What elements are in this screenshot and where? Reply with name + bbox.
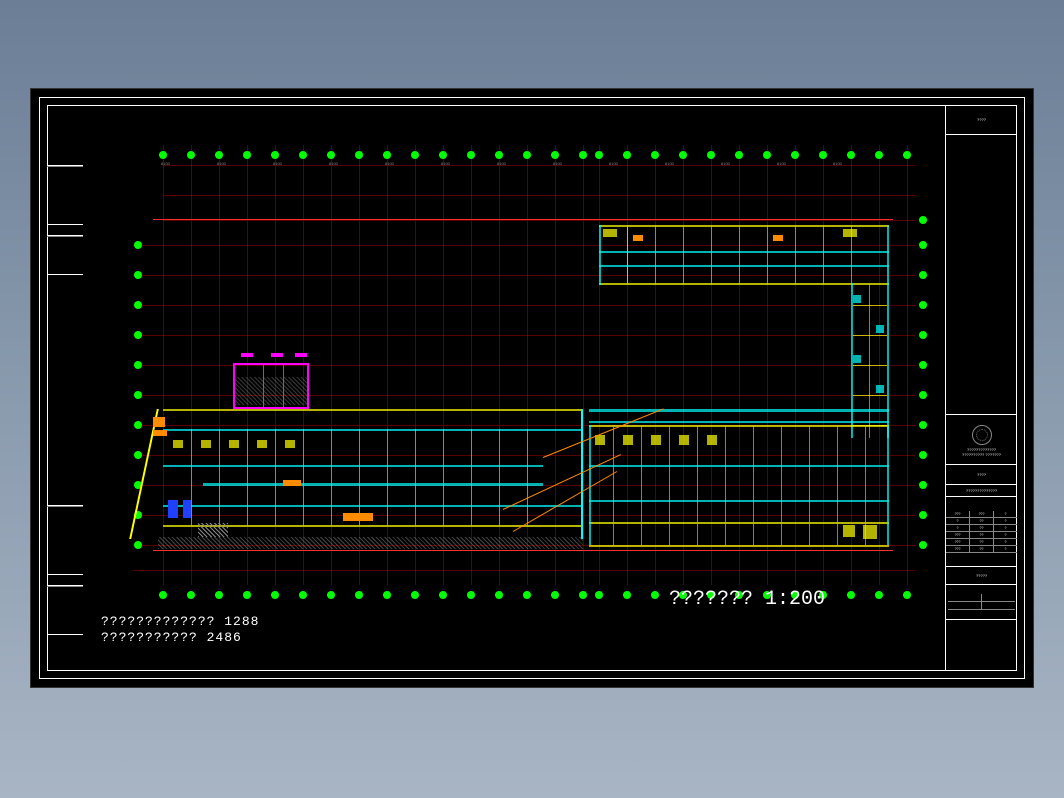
- tb-footer2: [946, 585, 1017, 620]
- note-line-1: ????????????? 1288: [101, 614, 259, 629]
- rc: ?: [994, 532, 1017, 538]
- drawing-sheet: ???? ????????????? ?????????? ??????? ??…: [30, 88, 1034, 688]
- pavement-hatch: [158, 537, 583, 549]
- rc: ??: [970, 539, 994, 545]
- rev-h1: ???: [970, 511, 994, 517]
- left-margin-strip: [47, 105, 83, 671]
- tb-footer-text: ?????: [976, 573, 987, 578]
- rc: ??: [970, 532, 994, 538]
- dim-label: 8100: [441, 161, 450, 166]
- rc: ?: [946, 518, 970, 524]
- rc: ??: [970, 518, 994, 524]
- corridor-wall: [589, 409, 889, 412]
- rc: ?: [994, 525, 1017, 531]
- rev-row: ??? ?? ?: [946, 539, 1017, 546]
- wall-outline: [599, 225, 889, 227]
- zone-outline: [233, 363, 309, 365]
- pipe-run: [543, 408, 664, 458]
- tb-footer1: ?????: [946, 567, 1017, 585]
- tb-sheet-text: ??????????????: [966, 488, 997, 493]
- tb-sheet-label: ??????????????: [946, 485, 1017, 497]
- angled-wall: [129, 409, 159, 539]
- grid-bubble: [159, 151, 167, 159]
- rc: ?: [994, 518, 1017, 524]
- title-block: ???? ????????????? ?????????? ??????? ??…: [945, 105, 1017, 671]
- revision-table: ??? ??? ? ? ?? ? ? ?? ? ??? ?? ? ??? ??: [946, 497, 1017, 567]
- rc: ?: [994, 546, 1017, 552]
- dim-label: 8100: [833, 161, 842, 166]
- dim-label: 8100: [273, 161, 282, 166]
- rev-row: ??? ?? ?: [946, 532, 1017, 539]
- scale-label: ??????? 1:200: [669, 588, 825, 611]
- dim-label: 8100: [217, 161, 226, 166]
- tb-project: ????: [946, 465, 1017, 485]
- dim-label: 8100: [329, 161, 338, 166]
- dim-label: 8100: [609, 161, 618, 166]
- rev-row: ??? ?? ?: [946, 546, 1017, 553]
- rc: ???: [946, 546, 970, 552]
- tb-header: ????: [946, 105, 1017, 135]
- equipment-block: [168, 500, 178, 518]
- rc: ???: [946, 532, 970, 538]
- dim-label: 8100: [721, 161, 730, 166]
- tb-spacer: [946, 135, 1017, 415]
- dim-label: 8100: [497, 161, 506, 166]
- tb-project-text: ????: [977, 472, 986, 477]
- rc: ??: [970, 546, 994, 552]
- rev-row: ? ?? ?: [946, 525, 1017, 532]
- drawing-canvas: ??????? 1:200: [83, 105, 945, 671]
- rc: ??: [970, 525, 994, 531]
- rev-h0: ???: [946, 511, 970, 517]
- dim-label: 8100: [385, 161, 394, 166]
- rc: ?: [946, 525, 970, 531]
- rev-h2: ?: [994, 511, 1017, 517]
- rev-header: ??? ??? ?: [946, 511, 1017, 518]
- tb-logo: ????????????? ?????????? ???????: [946, 415, 1017, 465]
- note-line-2: ??????????? 2486: [101, 630, 242, 645]
- tb-header-text: ????: [977, 117, 986, 122]
- rev-row: ? ?? ?: [946, 518, 1017, 525]
- dim-label: 8100: [665, 161, 674, 166]
- tb-company-text2: ?????????? ???????: [962, 452, 1001, 457]
- company-logo-icon: [972, 425, 992, 445]
- rc: ?: [994, 539, 1017, 545]
- dim-label: 8100: [777, 161, 786, 166]
- dim-label: 8100: [161, 161, 170, 166]
- dim-label: 8100: [553, 161, 562, 166]
- rc: ???: [946, 539, 970, 545]
